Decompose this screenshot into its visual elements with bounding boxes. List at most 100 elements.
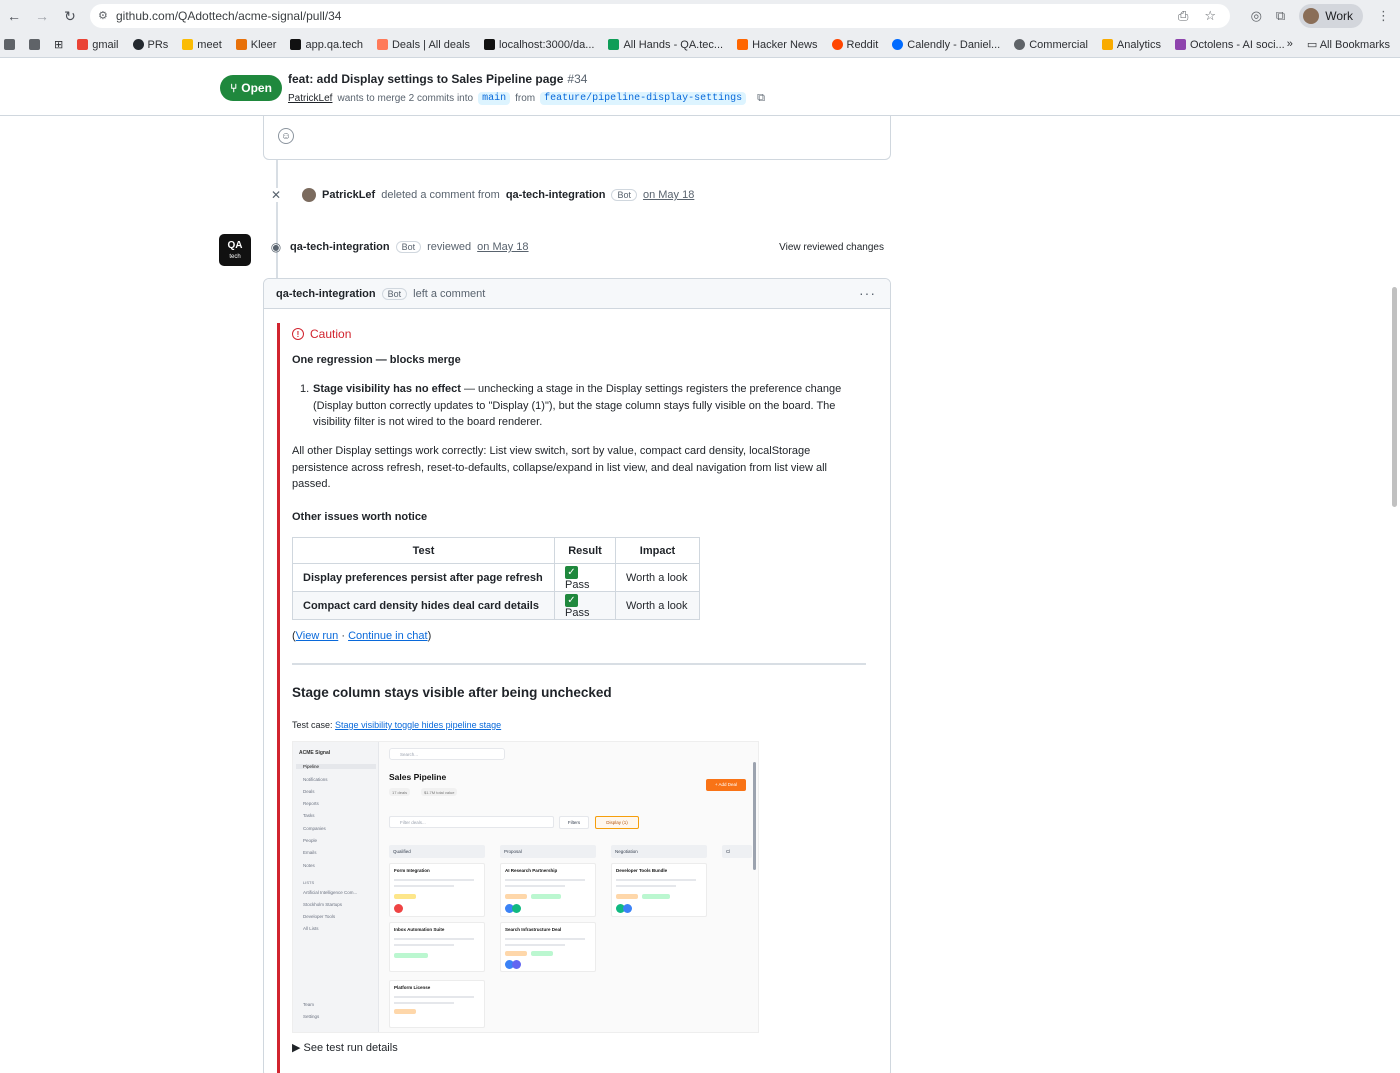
test-screenshot[interactable]: ACME Signal Pipeline Notifications Deals… [292, 741, 759, 1033]
table-row: Compact card density hides deal card det… [292, 591, 700, 620]
base-branch[interactable]: main [478, 92, 511, 105]
address-bar[interactable]: ⚙ github.com/QAdottech/acme-signal/pull/… [90, 4, 1230, 28]
bookmark-octolens[interactable]: Octolens - AI soci... [1174, 39, 1285, 51]
profile-avatar [1303, 8, 1320, 24]
pr-author-link[interactable]: PatrickLef [288, 93, 332, 104]
reload-icon[interactable]: ↻ [56, 8, 84, 25]
review-event: ◉ qa-tech-integration Bot reviewed on Ma… [268, 240, 888, 254]
table-header: Result [554, 537, 616, 564]
bookmark-deals[interactable]: Deals | All deals [376, 39, 470, 51]
bot-label: Bot [395, 241, 422, 253]
site-settings-icon[interactable]: ⚙ [98, 9, 108, 22]
bookmark-gmail[interactable]: gmail [77, 39, 119, 51]
check-icon: ✓ [565, 566, 578, 579]
pr-sticky-header: ⑂ Open feat: add Display settings to Sal… [0, 58, 1400, 116]
bookmark-apps-icon[interactable] [4, 39, 15, 50]
continue-in-chat-link[interactable]: Continue in chat [348, 630, 428, 642]
bookmark-reddit[interactable]: Reddit [831, 39, 878, 51]
comment-author[interactable]: qa-tech-integration [276, 288, 376, 300]
app-nav-item: Emails [303, 850, 317, 855]
event-actor[interactable]: PatrickLef [322, 189, 375, 201]
app-deal-card: Form Integration [389, 863, 485, 917]
app-list-item: Stockholm Startups [303, 902, 343, 907]
other-issues-heading: Other issues worth notice [292, 511, 428, 523]
app-brand: ACME Signal [299, 750, 331, 756]
app-nav-item: Notifications [303, 777, 328, 782]
event-date-link[interactable]: on May 18 [643, 189, 694, 201]
bookmarks-bar: ⊞ gmail PRs meet Kleer app.qa.tech Deals… [0, 32, 1400, 58]
section-heading: Stage column stays visible after being u… [292, 685, 612, 700]
pr-title: feat: add Display settings to Sales Pipe… [288, 72, 588, 86]
head-branch[interactable]: feature/pipeline-display-settings [540, 92, 747, 105]
close-icon: ✕ [268, 188, 284, 202]
table-header: Impact [615, 537, 700, 564]
bookmark-all-hands[interactable]: All Hands - QA.tec... [608, 39, 723, 51]
app-nav-item: Deals [303, 789, 315, 794]
app-column-header: Qualified [389, 845, 485, 858]
app-nav-item: Settings [303, 1014, 320, 1019]
add-reaction-smiley-icon[interactable]: ☺ [278, 128, 294, 144]
back-icon[interactable]: ← [0, 8, 28, 24]
app-sidebar: ACME Signal Pipeline Notifications Deals… [293, 742, 379, 1032]
bookmark-prs[interactable]: PRs [132, 39, 168, 51]
previous-comment-card [263, 116, 891, 160]
bookmark-kleer[interactable]: Kleer [235, 39, 276, 51]
install-icon[interactable]: ⎙ [1178, 8, 1188, 24]
more-bookmarks-icon[interactable]: » [1287, 38, 1293, 51]
app-scrollbar [753, 762, 756, 870]
test-case-line: Test case: Stage visibility toggle hides… [292, 720, 502, 730]
bot-label: Bot [381, 287, 408, 300]
bookmark-meet[interactable]: meet [182, 39, 222, 51]
caution-alert-title: ! Caution [292, 327, 351, 341]
app-nav-item: Team [303, 1002, 315, 1007]
extension-icon[interactable]: ◎ [1251, 8, 1262, 24]
other-settings-paragraph: All other Display settings work correctl… [292, 445, 827, 490]
review-date-link[interactable]: on May 18 [477, 241, 528, 253]
app-nav-item: Companies [303, 826, 326, 831]
test-case-link[interactable]: Stage visibility toggle hides pipeline s… [335, 720, 501, 730]
pull-request-icon: ⑂ [230, 81, 238, 95]
see-test-run-details-toggle[interactable]: ▶ See test run details [292, 1041, 398, 1054]
bookmark-tab-icon[interactable] [29, 39, 40, 50]
forward-icon[interactable]: → [28, 8, 56, 24]
browser-menu-icon[interactable]: ⋮ [1377, 8, 1390, 24]
copy-icon[interactable]: ⧉ [757, 92, 765, 105]
regression-list-item: 1. Stage visibility has no effect — unch… [300, 383, 842, 428]
app-list-item: Artificial Intelligence Com... [303, 890, 358, 895]
bookmark-calendly[interactable]: Calendly - Daniel... [892, 39, 1000, 51]
profile-button[interactable]: Work [1299, 4, 1363, 28]
app-deal-card: Inbox Automation Suite [389, 922, 485, 972]
pr-number: #34 [567, 72, 588, 86]
bookmark-analytics[interactable]: Analytics [1101, 39, 1161, 51]
table-row: Display preferences persist after page r… [292, 563, 700, 592]
app-nav-item: People [303, 838, 318, 843]
app-deal-card: Developer Tools Bundle [611, 863, 707, 917]
app-search: Search... [389, 748, 505, 760]
pr-merge-info: PatrickLef wants to merge 2 commits into… [288, 92, 765, 105]
app-display-button: Display (1) [595, 816, 639, 829]
app-column-header: Cl [722, 845, 752, 858]
comment-options-icon[interactable]: ··· [859, 285, 876, 301]
bookmark-app-qa-tech[interactable]: app.qa.tech [290, 39, 363, 51]
all-bookmarks[interactable]: ▭ All Bookmarks [1307, 38, 1390, 51]
bookmark-hacker-news[interactable]: Hacker News [737, 39, 818, 51]
app-list-item: All Lists [303, 926, 319, 931]
qa-tech-avatar[interactable]: QA tech [219, 234, 251, 266]
star-icon[interactable]: ☆ [1204, 8, 1216, 24]
table-header: Test [292, 537, 555, 564]
page-scrollbar[interactable] [1392, 287, 1397, 507]
bookmark-localhost[interactable]: localhost:3000/da... [484, 39, 594, 51]
view-run-link[interactable]: View run [296, 630, 339, 642]
app-column-header: Proposal [500, 845, 596, 858]
app-deal-card: Platform License [389, 980, 485, 1028]
timeline-line [276, 160, 278, 290]
app-list-item: Developer Tools [303, 914, 336, 919]
puzzle-icon[interactable]: ⧉ [1276, 8, 1285, 24]
bookmark-commercial[interactable]: Commercial [1014, 39, 1088, 51]
reviewer-link[interactable]: qa-tech-integration [290, 241, 390, 253]
view-reviewed-changes-button[interactable]: View reviewed changes [779, 242, 884, 253]
bookmark-grid-icon[interactable]: ⊞ [54, 38, 63, 51]
avatar [302, 188, 316, 202]
app-add-deal-button: + Add Deal [706, 779, 746, 791]
event-target[interactable]: qa-tech-integration [506, 189, 606, 201]
